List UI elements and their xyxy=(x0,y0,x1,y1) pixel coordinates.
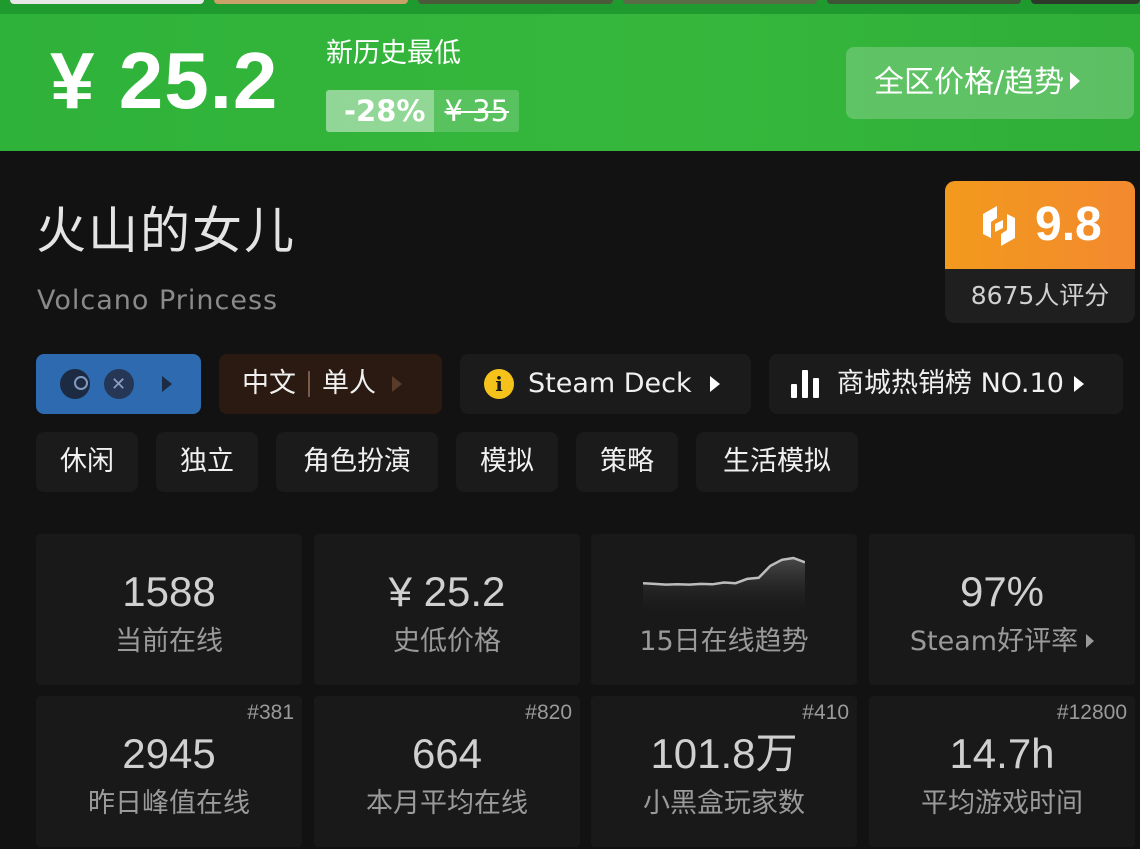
steam-deck-chip[interactable]: i Steam Deck xyxy=(460,354,751,414)
region-price-trend-button[interactable]: 全区价格/趋势 xyxy=(846,47,1134,119)
language-label: 中文 xyxy=(242,368,296,399)
lowest-price-tag: 新历史最低 xyxy=(326,38,461,69)
game-title: 火山的女儿 xyxy=(36,202,296,260)
stat-value: 2945 xyxy=(122,730,216,777)
screenshot-thumbnail[interactable] xyxy=(622,0,817,4)
stat-label: 昨日峰值在线 xyxy=(88,788,250,819)
stat-value: 664 xyxy=(411,730,483,777)
rating-count: 8675人评分 xyxy=(970,281,1110,310)
player-mode-label: 单人 xyxy=(322,368,376,399)
score-value: 9.8 xyxy=(1035,198,1102,251)
xbox-icon xyxy=(104,355,134,415)
discount-percent: -28% xyxy=(326,90,435,132)
stat-value: ¥ 25.2 xyxy=(388,568,506,615)
divider xyxy=(308,371,310,397)
screenshot-thumbnail[interactable] xyxy=(826,0,1022,4)
chevron-right-icon xyxy=(1086,634,1095,648)
screenshot-thumbnail[interactable] xyxy=(1031,0,1140,4)
stat-lowest-price: ¥ 25.2 史低价格 xyxy=(314,534,580,685)
tag-chip[interactable]: 策略 xyxy=(576,432,678,492)
stat-label: 平均游戏时间 xyxy=(921,788,1083,819)
tag-chip[interactable]: 角色扮演 xyxy=(276,432,438,492)
stat-label-row: Steam好评率 xyxy=(869,624,1135,660)
stat-average-playtime: #12800 14.7h 平均游戏时间 xyxy=(869,696,1135,847)
store-ranking-chip[interactable]: 商城热销榜 NO.10 xyxy=(769,354,1123,414)
stat-label: 当前在线 xyxy=(115,626,223,657)
stat-label: 小黑盒玩家数 xyxy=(643,788,805,819)
stat-value: 101.8万 xyxy=(650,730,798,777)
chevron-right-icon xyxy=(1073,376,1084,392)
screenshot-thumbnail[interactable] xyxy=(10,0,205,4)
steam-deck-label: Steam Deck xyxy=(528,368,692,399)
chevron-right-icon xyxy=(162,376,172,392)
online-trend-sparkline xyxy=(643,556,805,618)
tag-chip[interactable]: 模拟 xyxy=(456,432,558,492)
screenshot-thumbnail[interactable] xyxy=(418,0,613,4)
region-price-trend-label: 全区价格/趋势 xyxy=(874,65,1065,100)
score-card[interactable]: 9.8 8675人评分 xyxy=(945,181,1135,323)
stat-rank: #12800 xyxy=(1056,701,1127,724)
game-detail-screen: ¥ 25.2 新历史最低 -28% ¥ 35 全区价格/趋势 火山的女儿 Vol… xyxy=(0,0,1140,849)
stat-monthly-average: #820 664 本月平均在线 xyxy=(314,696,580,847)
price-banner: ¥ 25.2 新历史最低 -28% ¥ 35 全区价格/趋势 xyxy=(0,14,1140,151)
platform-chip[interactable] xyxy=(36,354,201,415)
score-header: 9.8 xyxy=(945,181,1135,269)
stat-value: 14.7h xyxy=(949,730,1055,777)
bar-chart-icon xyxy=(791,370,823,398)
discount-box: -28% ¥ 35 xyxy=(326,90,520,132)
original-price: ¥ 35 xyxy=(444,94,510,128)
game-subtitle: Volcano Princess xyxy=(37,285,279,316)
stat-label: 本月平均在线 xyxy=(366,788,528,819)
tag-chip[interactable]: 独立 xyxy=(156,432,258,492)
stat-label: Steam好评率 xyxy=(909,626,1079,657)
info-icon: i xyxy=(484,369,514,399)
stat-online-trend[interactable]: 15日在线趋势 xyxy=(591,534,857,685)
stat-value: 1588 xyxy=(122,568,216,615)
stat-yesterday-peak: #381 2945 昨日峰值在线 xyxy=(36,696,302,847)
stat-value: 97% xyxy=(959,568,1045,615)
chevron-right-icon xyxy=(709,376,720,392)
chevron-right-icon xyxy=(1070,72,1081,90)
trend-area xyxy=(643,558,805,618)
stat-rank: #410 xyxy=(802,701,849,724)
tag-chip[interactable]: 休闲 xyxy=(36,432,138,492)
store-ranking-label: 商城热销榜 NO.10 xyxy=(837,368,1064,399)
stat-rank: #381 xyxy=(247,701,294,724)
stat-current-online: 1588 当前在线 xyxy=(36,534,302,685)
steam-icon xyxy=(60,369,90,399)
stat-steam-rating[interactable]: 97% Steam好评率 xyxy=(869,534,1135,685)
current-price: ¥ 25.2 xyxy=(50,36,279,125)
stat-label: 史低价格 xyxy=(393,626,501,657)
stat-label: 15日在线趋势 xyxy=(639,626,809,657)
tag-chip[interactable]: 生活模拟 xyxy=(696,432,858,492)
stat-rank: #820 xyxy=(525,701,572,724)
language-mode-chip[interactable]: 中文 单人 xyxy=(219,354,442,414)
stat-heybox-players: #410 101.8万 小黑盒玩家数 xyxy=(591,696,857,847)
heybox-logo-icon xyxy=(983,206,1015,246)
screenshot-thumbnail[interactable] xyxy=(214,0,409,4)
chevron-right-icon xyxy=(392,376,402,392)
